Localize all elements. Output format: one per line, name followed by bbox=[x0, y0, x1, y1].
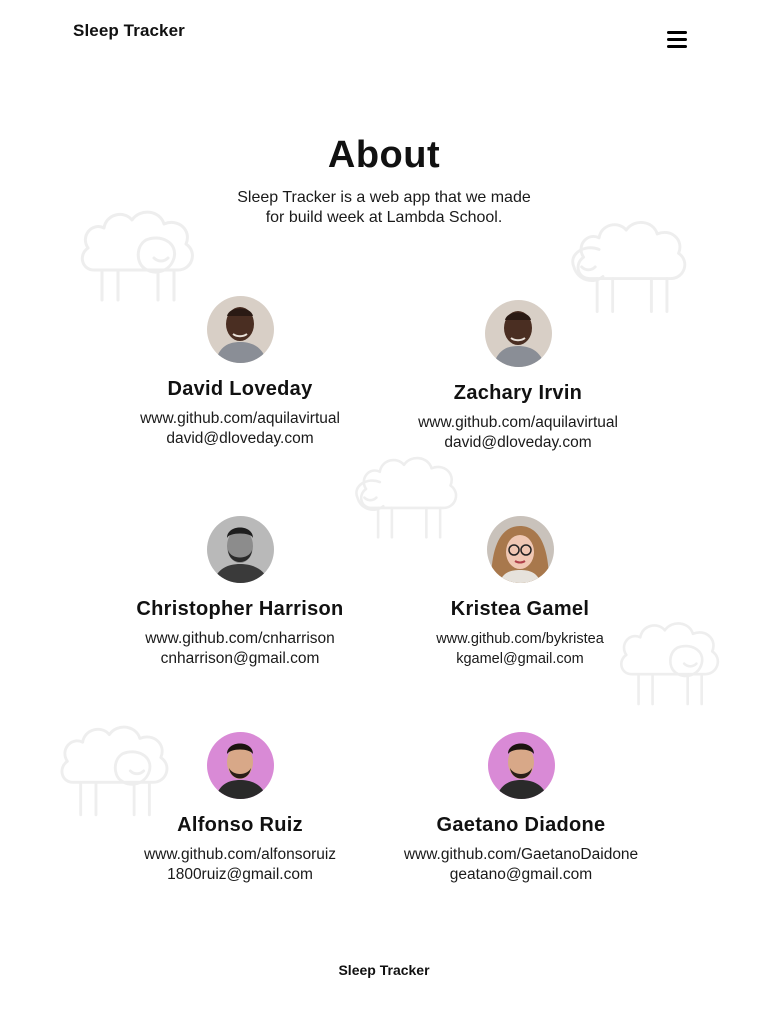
avatar bbox=[206, 296, 274, 363]
github-link[interactable]: www.github.com/aquilavirtual bbox=[378, 413, 658, 433]
email-link[interactable]: kgamel@gmail.com bbox=[380, 649, 660, 669]
avatar bbox=[486, 516, 554, 583]
brand-logo-text[interactable]: Sleep Tracker bbox=[73, 21, 185, 41]
email-link[interactable]: cnharrison@gmail.com bbox=[100, 649, 380, 669]
github-link[interactable]: www.github.com/bykristea bbox=[380, 629, 660, 649]
team-member-card: Kristea Gamel www.github.com/bykristea k… bbox=[380, 516, 660, 669]
github-link[interactable]: www.github.com/alfonsoruiz bbox=[100, 845, 380, 865]
about-page: Sleep Tracker About Sleep Tracker is a w… bbox=[0, 0, 768, 1018]
hamburger-icon bbox=[667, 31, 687, 34]
sheep-icon bbox=[80, 210, 194, 302]
about-description: Sleep Tracker is a web app that we made … bbox=[237, 189, 531, 226]
avatar bbox=[206, 516, 274, 583]
member-name: Gaetano Diadone bbox=[436, 814, 606, 836]
avatar bbox=[487, 732, 555, 799]
team-member-card: Alfonso Ruiz www.github.com/alfonsoruiz … bbox=[100, 732, 380, 885]
member-name: Kristea Gamel bbox=[450, 598, 590, 620]
avatar bbox=[206, 732, 274, 799]
team-member-card: Christopher Harrison www.github.com/cnha… bbox=[100, 516, 380, 669]
page-title: About bbox=[327, 134, 441, 176]
email-link[interactable]: geatano@gmail.com bbox=[381, 865, 661, 885]
email-link[interactable]: david@dloveday.com bbox=[378, 433, 658, 453]
member-name: David Loveday bbox=[167, 378, 313, 400]
avatar bbox=[484, 300, 552, 367]
github-link[interactable]: www.github.com/cnharrison bbox=[100, 629, 380, 649]
member-name: Zachary Irvin bbox=[453, 382, 583, 404]
github-link[interactable]: www.github.com/GaetanoDaidone bbox=[381, 845, 661, 865]
footer-brand: Sleep Tracker bbox=[338, 962, 430, 978]
team-member-card: David Loveday www.github.com/aquilavirtu… bbox=[100, 296, 380, 449]
email-link[interactable]: 1800ruiz@gmail.com bbox=[100, 865, 380, 885]
team-member-card: Gaetano Diadone www.github.com/GaetanoDa… bbox=[381, 732, 661, 885]
email-link[interactable]: david@dloveday.com bbox=[100, 429, 380, 449]
team-member-card: Zachary Irvin www.github.com/aquilavirtu… bbox=[378, 300, 658, 453]
hamburger-menu-button[interactable] bbox=[667, 31, 688, 49]
member-name: Christopher Harrison bbox=[136, 598, 344, 620]
member-name: Alfonso Ruiz bbox=[177, 814, 303, 836]
github-link[interactable]: www.github.com/aquilavirtual bbox=[100, 409, 380, 429]
